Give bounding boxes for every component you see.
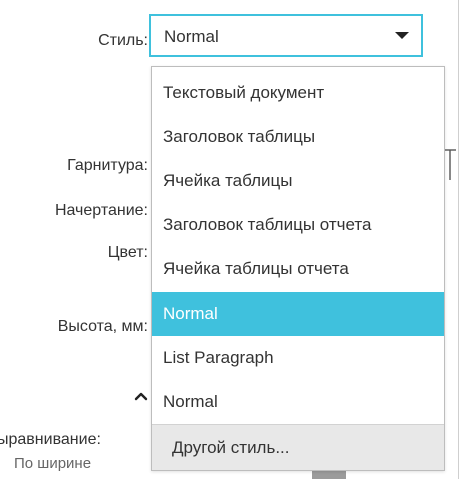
style-option[interactable]: Ячейка таблицы	[152, 159, 444, 203]
style-label: Стиль:	[98, 32, 148, 49]
style-option[interactable]: Текстовый документ	[152, 71, 444, 115]
font-face-label: Начертание:	[54, 202, 148, 219]
style-select[interactable]: Normal	[149, 14, 423, 57]
other-style-button[interactable]: Другой стиль...	[152, 424, 444, 470]
style-option[interactable]: Заголовок таблицы отчета	[152, 203, 444, 247]
style-option[interactable]: List Paragraph	[152, 336, 444, 380]
hidden-control	[312, 470, 346, 479]
style-option[interactable]: Ячейка таблицы отчета	[152, 247, 444, 291]
font-label: Гарнитура:	[67, 157, 148, 174]
style-select-value: Normal	[164, 27, 219, 46]
caret-down-icon	[395, 32, 409, 39]
style-dropdown-list: Текстовый документ Заголовок таблицы Яче…	[151, 66, 445, 471]
color-label: Цвет:	[107, 244, 148, 261]
text-style-panel: Стиль: Гарнитура: Начертание: Цвет: Высо…	[0, 0, 465, 479]
style-option[interactable]: Заголовок таблицы	[152, 115, 444, 159]
height-label: Высота, мм:	[57, 318, 148, 335]
chevron-up-icon[interactable]	[133, 388, 149, 404]
alignment-value[interactable]: По ширине	[14, 455, 91, 472]
panel-divider	[458, 0, 459, 479]
style-option-selected[interactable]: Normal	[152, 292, 444, 336]
style-option[interactable]: Normal	[152, 380, 444, 424]
alignment-label: ыравнивание:	[0, 431, 101, 448]
